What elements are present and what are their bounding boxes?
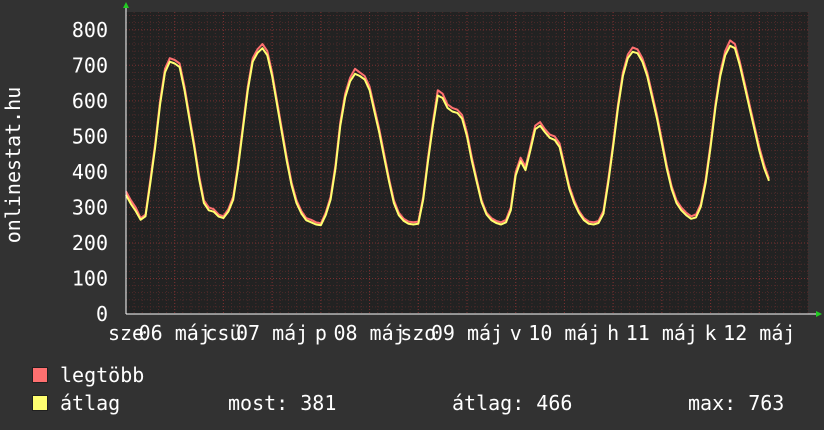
x-tick-label: k — [705, 321, 717, 345]
y-tick-label: 800 — [72, 18, 108, 42]
x-tick-label: 11 máj — [626, 321, 698, 345]
legend-item-max: legtöbb — [32, 365, 144, 385]
chart-widget: 0 100 200 300 400 500 600 700 800 sze 06 máj csü 07… — [0, 0, 824, 430]
stat-current: most: 381 — [228, 391, 337, 415]
y-tick-label: 300 — [72, 195, 108, 219]
legend-item-avg: átlag — [32, 393, 120, 413]
y-tick-label: 500 — [72, 124, 108, 148]
line-chart: 0100200300400500600700800 sze06 májcsü07… — [1, 2, 822, 345]
x-tick-label: h — [607, 321, 619, 345]
x-tick-label: 12 máj — [723, 321, 795, 345]
y-tick-label: 100 — [72, 266, 108, 290]
y-tick-labels: 0 100 200 300 400 500 600 700 800 — [72, 18, 108, 326]
x-tick-label: p — [315, 321, 327, 345]
x-tick-label: 10 máj — [528, 321, 600, 345]
avg-series-swatch — [32, 395, 48, 411]
y-tick-label: 0 — [96, 302, 108, 326]
legend-label-max: legtöbb — [60, 363, 145, 387]
x-tick-label: 09 máj — [431, 321, 503, 345]
x-tick-label: v — [510, 321, 522, 345]
y-tick-label: 600 — [72, 89, 108, 113]
y-tick-label: 700 — [72, 53, 108, 77]
y-axis-label: onlinestat.hu — [1, 87, 25, 244]
y-tick-label: 200 — [72, 231, 108, 255]
legend-label-avg: átlag — [60, 391, 121, 415]
y-axis-arrow-icon — [123, 2, 129, 8]
x-tick-label: 06 máj — [139, 321, 211, 345]
max-series-swatch — [32, 367, 48, 383]
y-tick-label: 400 — [72, 160, 108, 184]
x-tick-labels: sze06 májcsü07 máj p 08 májszo09 máj v 10 má… — [108, 321, 795, 345]
x-tick-label: 08 máj — [333, 321, 405, 345]
stat-max: max: 763 — [688, 391, 785, 415]
x-tick-label: 07 máj — [236, 321, 308, 345]
x-axis-arrow-icon — [816, 311, 822, 317]
stat-average: átlag: 466 — [452, 391, 573, 415]
